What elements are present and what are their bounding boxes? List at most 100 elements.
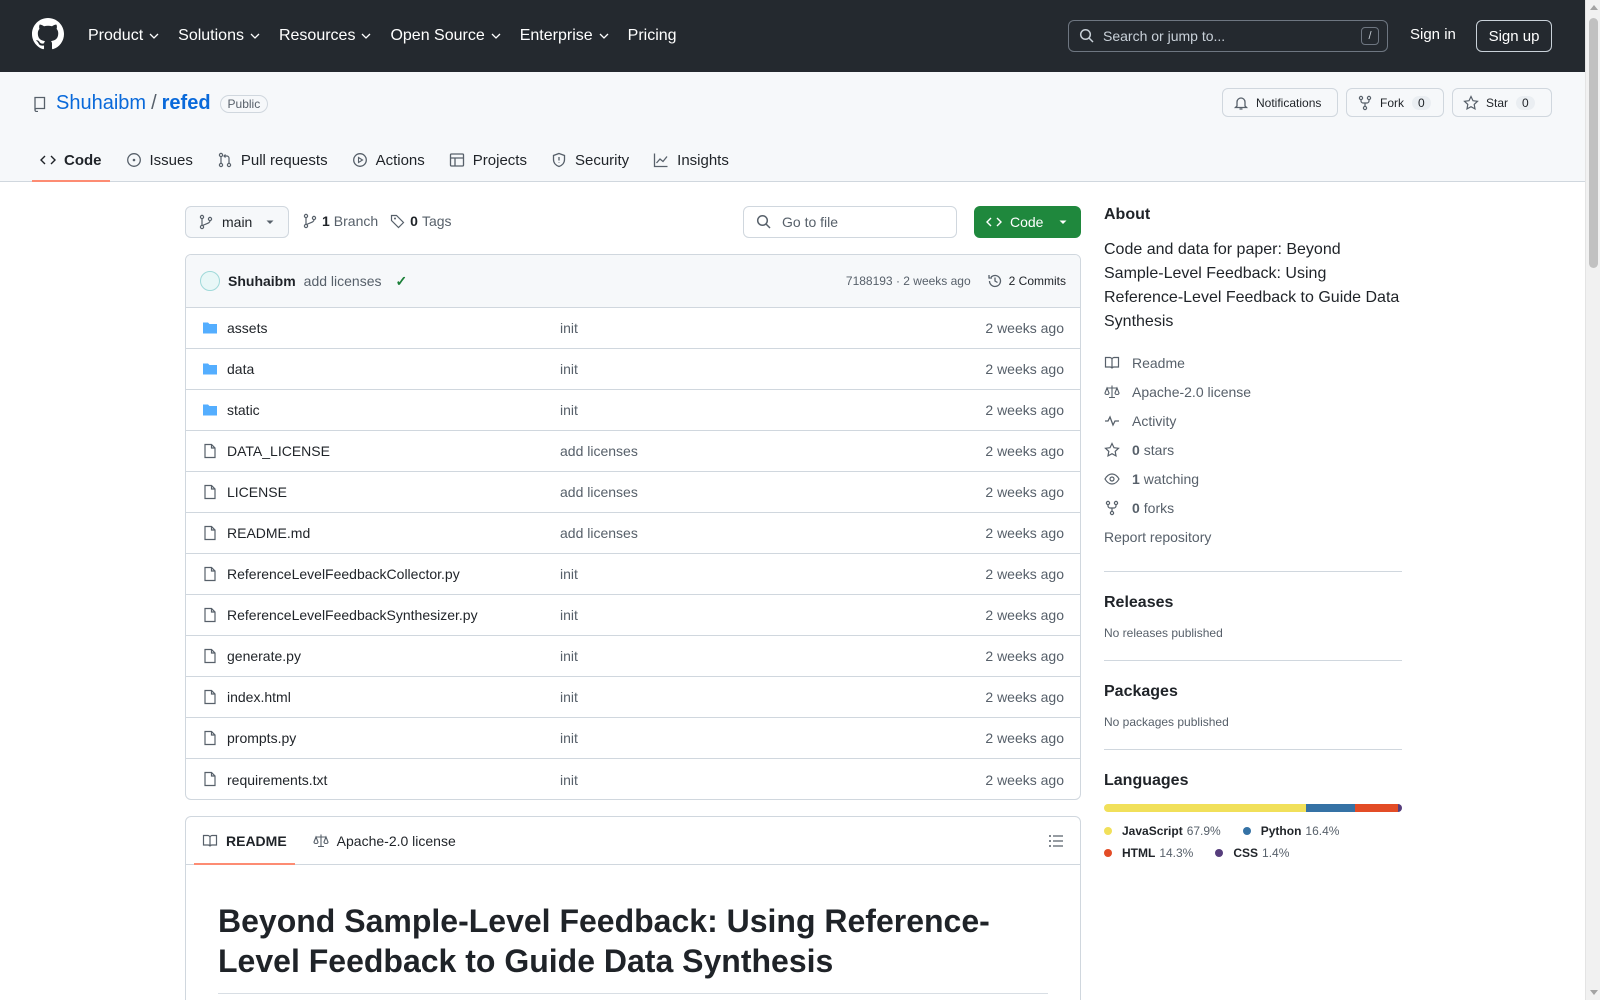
file-name-link[interactable]: prompts.py xyxy=(227,730,296,746)
language-item[interactable]: HTML 14.3% xyxy=(1104,846,1193,860)
tab-insights[interactable]: Insights xyxy=(645,138,737,182)
table-row[interactable]: assets init 2 weeks ago xyxy=(186,308,1080,349)
repo-owner-link[interactable]: Shuhaibm xyxy=(56,92,146,115)
file-commit-message-link[interactable]: init xyxy=(560,730,578,746)
forks-link[interactable]: 0 forks xyxy=(1104,493,1402,522)
tab-label: Pull requests xyxy=(240,151,328,169)
forks-label: forks xyxy=(1143,499,1175,516)
file-commit-message-link[interactable]: init xyxy=(560,689,578,705)
releases-title[interactable]: Releases xyxy=(1104,594,1402,612)
commits-link[interactable]: 2 Commits xyxy=(987,273,1066,289)
file-name-link[interactable]: data xyxy=(227,361,254,377)
file-commit-message-link[interactable]: init xyxy=(560,361,578,377)
repo-name-link[interactable]: refed xyxy=(162,92,211,115)
nav-solutions[interactable]: Solutions xyxy=(178,27,261,45)
avatar[interactable] xyxy=(200,271,220,291)
notifications-button[interactable]: Notifications xyxy=(1222,88,1338,117)
table-row[interactable]: LICENSE add licenses 2 weeks ago xyxy=(186,472,1080,513)
file-name-link[interactable]: ReferenceLevelFeedbackCollector.py xyxy=(227,566,460,582)
branches-link[interactable]: Branch xyxy=(334,213,378,229)
file-name-link[interactable]: LICENSE xyxy=(227,484,287,500)
commit-message-link[interactable]: add licenses xyxy=(304,273,382,289)
language-dot-icon xyxy=(1242,827,1251,835)
file-commit-message-link[interactable]: add licenses xyxy=(560,484,638,500)
activity-link[interactable]: Activity xyxy=(1104,406,1402,435)
page-scrollbar[interactable] xyxy=(1585,0,1600,1000)
file-name-link[interactable]: index.html xyxy=(227,689,291,705)
watching-link[interactable]: 1 watching xyxy=(1104,464,1402,493)
check-icon[interactable]: ✓ xyxy=(396,273,408,290)
nav-product[interactable]: Product xyxy=(88,27,160,45)
tags-link[interactable]: Tags xyxy=(422,213,452,229)
stars-link[interactable]: 0 stars xyxy=(1104,435,1402,464)
file-commit-message-link[interactable]: init xyxy=(560,648,578,664)
file-name-link[interactable]: generate.py xyxy=(227,648,301,664)
table-row[interactable]: static init 2 weeks ago xyxy=(186,390,1080,431)
table-row[interactable]: requirements.txt init 2 weeks ago xyxy=(186,759,1080,799)
tag-count: 0 xyxy=(410,213,418,229)
file-name-link[interactable]: requirements.txt xyxy=(227,772,327,788)
scrollbar-thumb[interactable] xyxy=(1589,18,1598,268)
nav-enterprise[interactable]: Enterprise xyxy=(520,27,610,45)
branch-name: main xyxy=(222,214,253,230)
table-row[interactable]: prompts.py init 2 weeks ago xyxy=(186,718,1080,759)
file-commit-message-link[interactable]: add licenses xyxy=(560,443,638,459)
go-to-file-input[interactable]: Go to file xyxy=(743,206,957,238)
file-commit-message-link[interactable]: add licenses xyxy=(560,525,638,541)
file-name-link[interactable]: assets xyxy=(227,320,267,336)
tab-security[interactable]: Security xyxy=(543,138,637,182)
scroll-down-arrow-icon[interactable] xyxy=(1590,990,1598,995)
tab-license[interactable]: Apache-2.0 license xyxy=(305,817,464,865)
readme-link[interactable]: Readme xyxy=(1104,348,1402,377)
table-row[interactable]: generate.py init 2 weeks ago xyxy=(186,636,1080,677)
tab-actions[interactable]: Actions xyxy=(344,138,433,182)
search-input[interactable]: Search or jump to... / xyxy=(1068,20,1388,52)
commit-author-link[interactable]: Shuhaibm xyxy=(228,273,296,289)
code-dropdown-button[interactable]: Code xyxy=(974,206,1081,238)
star-button[interactable]: Star 0 xyxy=(1452,88,1552,117)
language-item[interactable]: Python 16.4% xyxy=(1242,824,1339,838)
license-link[interactable]: Apache-2.0 license xyxy=(1104,377,1402,406)
nav-resources[interactable]: Resources xyxy=(279,27,372,45)
file-icon xyxy=(204,607,216,623)
language-item[interactable]: CSS 1.4% xyxy=(1215,846,1289,860)
row-icon xyxy=(202,320,218,336)
nav-label: Enterprise xyxy=(519,27,593,44)
packages-title[interactable]: Packages xyxy=(1104,683,1402,701)
table-row[interactable]: index.html init 2 weeks ago xyxy=(186,677,1080,718)
fork-button[interactable]: Fork 0 xyxy=(1346,88,1444,117)
table-row[interactable]: README.md add licenses 2 weeks ago xyxy=(186,513,1080,554)
table-row[interactable]: data init 2 weeks ago xyxy=(186,349,1080,390)
nav-open-source[interactable]: Open Source xyxy=(390,27,501,45)
branch-selector-button[interactable]: main xyxy=(185,206,289,238)
tab-issues[interactable]: Issues xyxy=(118,138,201,182)
file-commit-message-link[interactable]: init xyxy=(560,402,578,418)
tab-code[interactable]: Code xyxy=(32,138,110,182)
file-name-link[interactable]: README.md xyxy=(227,525,310,541)
tab-pull-requests[interactable]: Pull requests xyxy=(209,138,336,182)
file-name-link[interactable]: DATA_LICENSE xyxy=(227,443,330,459)
nav-pricing[interactable]: Pricing xyxy=(628,27,677,45)
file-commit-message-link[interactable]: init xyxy=(560,607,578,623)
table-row[interactable]: ReferenceLevelFeedbackSynthesizer.py init… xyxy=(186,595,1080,636)
file-commit-message-link[interactable]: init xyxy=(560,566,578,582)
tab-readme[interactable]: README xyxy=(194,817,295,865)
file-commit-message-link[interactable]: init xyxy=(560,320,578,336)
file-name-link[interactable]: ReferenceLevelFeedbackSynthesizer.py xyxy=(227,607,478,623)
sign-up-button[interactable]: Sign up xyxy=(1476,20,1552,52)
report-repository-link[interactable]: Report repository xyxy=(1104,522,1402,551)
sign-in-link[interactable]: Sign in xyxy=(1410,26,1456,43)
commit-sha-time[interactable]: 7188193 · 2 weeks ago xyxy=(846,274,971,288)
language-item[interactable]: JavaScript 67.9% xyxy=(1104,824,1221,838)
outline-list-icon[interactable] xyxy=(1048,833,1064,849)
eye-icon xyxy=(1104,472,1120,485)
table-row[interactable]: ReferenceLevelFeedbackCollector.py init 2 … xyxy=(186,554,1080,595)
table-row[interactable]: DATA_LICENSE add licenses 2 weeks ago xyxy=(186,431,1080,472)
tab-projects[interactable]: Projects xyxy=(441,138,535,182)
github-logo-icon[interactable] xyxy=(32,18,64,50)
book-icon xyxy=(202,834,218,847)
file-commit-message-link[interactable]: init xyxy=(560,772,578,788)
file-name-link[interactable]: static xyxy=(227,402,260,418)
scroll-up-arrow-icon[interactable] xyxy=(1590,5,1598,10)
branch-icon xyxy=(199,214,213,230)
